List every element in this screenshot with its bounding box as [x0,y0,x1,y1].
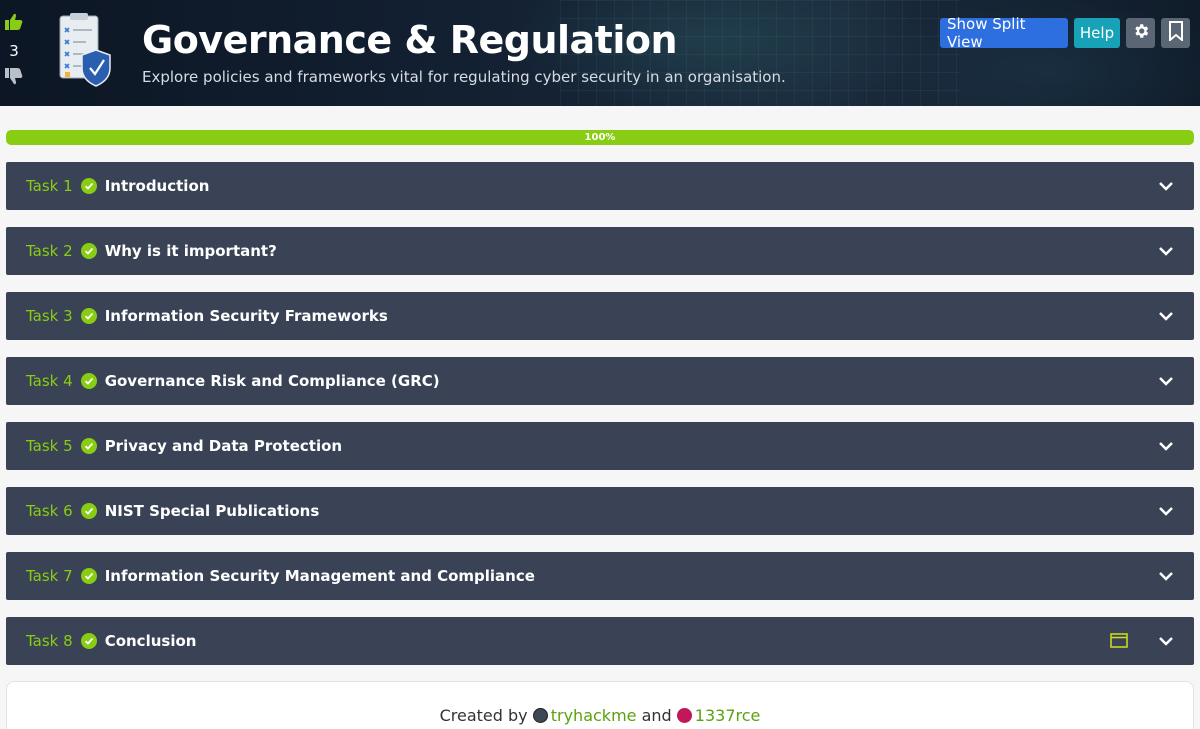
chevron-down-icon[interactable] [1158,308,1174,328]
task-number: Task 8 [26,632,73,650]
bookmark-button[interactable] [1161,18,1190,48]
author-link-1337rce[interactable]: 1337rce [695,706,761,725]
task-row[interactable]: Task 5 Privacy and Data Protection [6,422,1194,470]
room-checklist-icon [56,12,112,88]
check-circle-icon [80,308,97,324]
vote-panel: 3 [0,12,28,90]
task-title: NIST Special Publications [104,502,320,520]
task-number: Task 4 [26,372,73,390]
room-header: 3 Governance & Regulation Explore polici… [0,0,1200,106]
check-circle-icon [80,438,97,454]
task-row[interactable]: Task 6 NIST Special Publications [6,487,1194,535]
task-title: Why is it important? [104,242,277,260]
task-list: Task 1 Introduction Task 2 Why is it import… [6,162,1194,682]
thumbs-up-icon[interactable] [0,12,28,36]
chevron-down-icon[interactable] [1158,503,1174,523]
check-circle-icon [80,633,97,649]
progress-label: 100% [584,132,616,143]
page-subtitle: Explore policies and frameworks vital fo… [142,68,786,86]
and-label: and [641,706,672,725]
chevron-down-icon[interactable] [1158,633,1174,653]
task-number: Task 3 [26,307,73,325]
task-row[interactable]: Task 2 Why is it important? [6,227,1194,275]
progress-fill: 100% [6,130,1194,145]
author-avatar [676,708,692,723]
check-circle-icon [80,243,97,259]
check-circle-icon [80,373,97,389]
task-number: Task 5 [26,437,73,455]
task-row[interactable]: Task 8 Conclusion [6,617,1194,665]
thumbs-down-icon[interactable] [0,66,28,90]
author-avatar [532,708,548,723]
task-title: Information Security Frameworks [104,307,388,325]
task-title: Introduction [104,177,210,195]
gear-icon [1132,22,1150,44]
chevron-down-icon[interactable] [1158,438,1174,458]
check-circle-icon [80,178,97,194]
settings-button[interactable] [1126,18,1155,48]
task-title: Information Security Management and Comp… [104,567,535,585]
credits-line: Created by tryhackme and 1337rce [7,706,1193,725]
task-title: Governance Risk and Compliance (GRC) [104,372,440,390]
task-title: Privacy and Data Protection [104,437,343,455]
credits-card: Created by tryhackme and 1337rce [6,681,1194,729]
task-row[interactable]: Task 3 Information Security Frameworks [6,292,1194,340]
chevron-down-icon[interactable] [1158,568,1174,588]
window-icon[interactable] [1110,633,1128,652]
task-number: Task 2 [26,242,73,260]
vote-count: 3 [9,42,19,60]
header-actions: Show Split View Help [940,15,1190,51]
chevron-down-icon[interactable] [1158,373,1174,393]
room-progress-bar: 100% [6,130,1194,145]
task-row[interactable]: Task 4 Governance Risk and Compliance (GR… [6,357,1194,405]
chevron-down-icon[interactable] [1158,243,1174,263]
task-title: Conclusion [104,632,197,650]
show-split-view-button[interactable]: Show Split View [940,15,1068,51]
created-by-label: Created by [439,706,528,725]
page-title: Governance & Regulation [142,18,678,62]
chevron-down-icon[interactable] [1158,178,1174,198]
task-row[interactable]: Task 1 Introduction [6,162,1194,210]
help-button[interactable]: Help [1074,18,1120,48]
task-number: Task 7 [26,567,73,585]
task-number: Task 6 [26,502,73,520]
bookmark-icon [1168,21,1184,45]
check-circle-icon [80,568,97,584]
check-circle-icon [80,503,97,519]
task-row[interactable]: Task 7 Information Security Management an… [6,552,1194,600]
task-number: Task 1 [26,177,73,195]
author-link-tryhackme[interactable]: tryhackme [551,706,637,725]
